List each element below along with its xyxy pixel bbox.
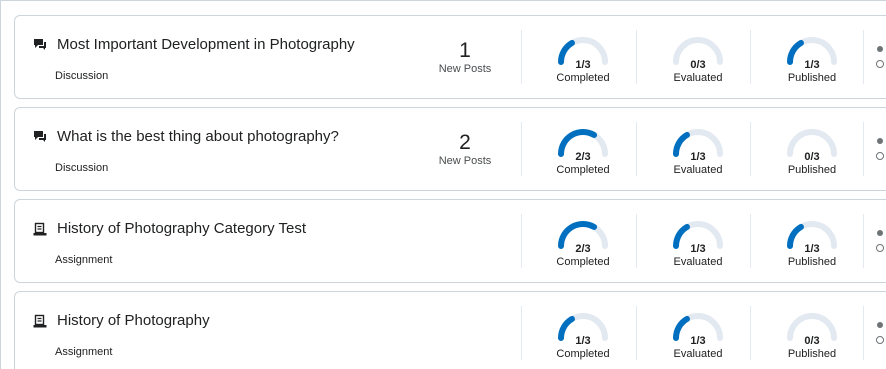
divider xyxy=(521,30,522,84)
activity-title[interactable]: What is the best thing about photography… xyxy=(57,128,339,145)
divider xyxy=(750,306,751,360)
divider xyxy=(636,122,637,176)
meter-fraction: 1/3 xyxy=(690,151,706,163)
assignment-icon xyxy=(33,222,47,235)
meter-label: Completed xyxy=(556,72,610,84)
published-meter[interactable]: 1/3 Published xyxy=(772,220,852,268)
meter-fraction: 0/3 xyxy=(804,335,820,347)
status-dot-filled xyxy=(877,46,883,52)
discussion-icon xyxy=(34,38,46,50)
divider xyxy=(863,306,864,360)
completed-meter[interactable]: 2/3 Completed xyxy=(543,220,623,268)
evaluated-meter[interactable]: 1/3 Evaluated xyxy=(658,312,738,360)
divider xyxy=(521,306,522,360)
activity-title-row: Most Important Development in Photograph… xyxy=(33,36,355,53)
meter-fraction: 1/3 xyxy=(804,59,820,71)
status-dot-filled xyxy=(877,230,883,236)
meter-label: Published xyxy=(787,256,837,268)
divider xyxy=(521,122,522,176)
activity-title[interactable]: Most Important Development in Photograph… xyxy=(57,36,355,53)
meter-fraction: 1/3 xyxy=(690,243,706,255)
meter-fraction: 1/3 xyxy=(575,335,591,347)
activity-card[interactable]: History of Photography Assignment 1/3 Co… xyxy=(14,291,886,369)
activity-card[interactable]: Most Important Development in Photograph… xyxy=(14,15,886,99)
meter-label: Published xyxy=(787,164,837,176)
meter-fraction: 0/3 xyxy=(690,59,706,71)
evaluated-meter[interactable]: 0/3 Evaluated xyxy=(658,36,738,84)
meter-label: Completed xyxy=(556,256,610,268)
meter-fraction: 0/3 xyxy=(804,151,820,163)
meter-label: Evaluated xyxy=(673,72,723,84)
assignment-icon xyxy=(33,314,47,327)
new-posts-count[interactable]: 2 New Posts xyxy=(430,131,500,168)
meter-label: Evaluated xyxy=(673,256,723,268)
discussion-icon xyxy=(34,130,46,142)
activity-title[interactable]: History of Photography xyxy=(57,312,210,329)
status-dot-empty xyxy=(876,336,884,344)
divider xyxy=(636,30,637,84)
activity-title-row: History of Photography Category Test xyxy=(33,220,306,237)
activity-type: Assignment xyxy=(55,346,113,358)
evaluated-meter[interactable]: 1/3 Evaluated xyxy=(658,128,738,176)
divider xyxy=(863,30,864,84)
new-posts-number: 2 xyxy=(459,131,471,154)
meter-label: Completed xyxy=(556,348,610,360)
divider xyxy=(863,214,864,268)
new-posts-number: 1 xyxy=(459,39,471,62)
evaluated-meter[interactable]: 1/3 Evaluated xyxy=(658,220,738,268)
published-meter[interactable]: 0/3 Published xyxy=(772,312,852,360)
meter-label: Completed xyxy=(556,164,610,176)
activity-card[interactable]: History of Photography Category Test Ass… xyxy=(14,199,886,283)
meter-label: Published xyxy=(787,72,837,84)
completed-meter[interactable]: 2/3 Completed xyxy=(543,128,623,176)
activity-type: Discussion xyxy=(55,70,109,82)
divider xyxy=(863,122,864,176)
meter-fraction: 2/3 xyxy=(575,151,591,163)
published-meter[interactable]: 0/3 Published xyxy=(772,128,852,176)
meter-fraction: 1/3 xyxy=(575,59,591,71)
activity-list: Most Important Development in Photograph… xyxy=(0,0,886,369)
published-meter[interactable]: 1/3 Published xyxy=(772,36,852,84)
activity-card[interactable]: What is the best thing about photography… xyxy=(14,107,886,191)
meter-fraction: 1/3 xyxy=(690,335,706,347)
meter-fraction: 2/3 xyxy=(575,243,591,255)
activity-title[interactable]: History of Photography Category Test xyxy=(57,220,306,237)
status-dot-empty xyxy=(876,152,884,160)
status-dot-empty xyxy=(876,244,884,252)
activity-title-row: History of Photography xyxy=(33,312,210,329)
status-dot-filled xyxy=(877,138,883,144)
meter-label: Published xyxy=(787,348,837,360)
divider xyxy=(521,214,522,268)
divider xyxy=(636,214,637,268)
new-posts-label: New Posts xyxy=(438,63,492,75)
activity-type: Assignment xyxy=(55,254,113,266)
new-posts-label: New Posts xyxy=(438,155,492,167)
meter-label: Evaluated xyxy=(673,348,723,360)
meter-fraction: 1/3 xyxy=(804,243,820,255)
divider xyxy=(636,306,637,360)
new-posts-count[interactable]: 1 New Posts xyxy=(430,39,500,76)
status-dot-empty xyxy=(876,60,884,68)
divider xyxy=(750,214,751,268)
activity-type: Discussion xyxy=(55,162,109,174)
completed-meter[interactable]: 1/3 Completed xyxy=(543,312,623,360)
completed-meter[interactable]: 1/3 Completed xyxy=(543,36,623,84)
activity-title-row: What is the best thing about photography… xyxy=(33,128,339,145)
divider xyxy=(750,30,751,84)
status-dot-filled xyxy=(877,322,883,328)
divider xyxy=(750,122,751,176)
meter-label: Evaluated xyxy=(673,164,723,176)
